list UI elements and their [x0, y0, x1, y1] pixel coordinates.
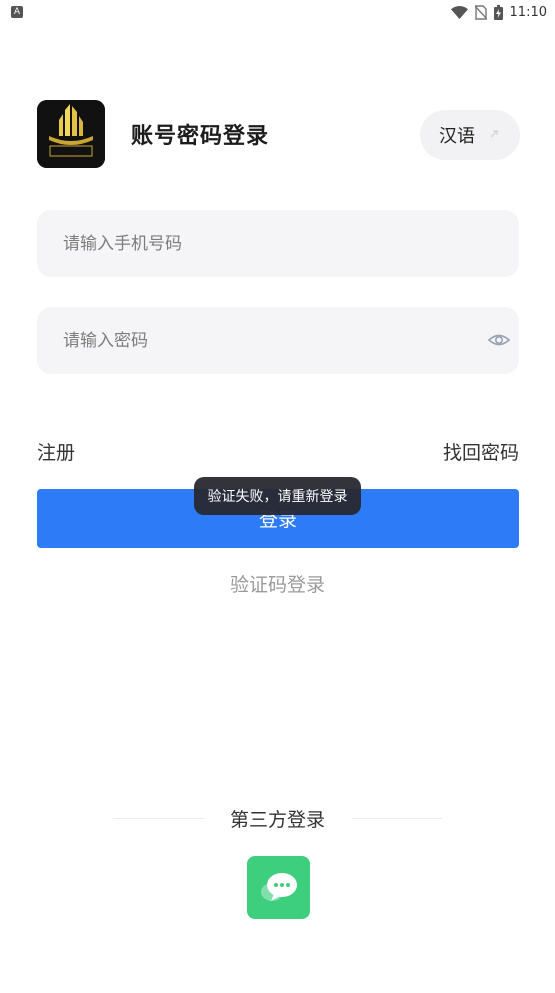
- phone-input[interactable]: [61, 232, 495, 255]
- password-input[interactable]: [61, 329, 495, 352]
- language-label: 汉语: [439, 126, 475, 147]
- third-party-divider: 第三方登录: [0, 805, 555, 833]
- phone-field[interactable]: [37, 210, 519, 277]
- building-logo-icon: [37, 100, 105, 168]
- wechat-login-button[interactable]: [247, 856, 310, 919]
- toast-message: 验证失败，请重新登录: [194, 477, 361, 515]
- eye-icon[interactable]: [487, 329, 511, 351]
- status-bar: A 11:10: [0, 0, 555, 26]
- clock: 11:10: [509, 4, 547, 20]
- language-switch-button[interactable]: 汉语: [420, 110, 520, 160]
- chevron-right-icon: [489, 128, 499, 142]
- divider-right: [352, 818, 442, 819]
- password-field[interactable]: [37, 307, 519, 374]
- app-notification-icon: A: [11, 6, 23, 18]
- no-sim-icon: [474, 4, 487, 20]
- forgot-password-link[interactable]: 找回密码: [443, 438, 519, 465]
- wechat-icon: [260, 872, 297, 901]
- sms-code-login-link[interactable]: 验证码登录: [0, 570, 555, 597]
- app-logo: [37, 100, 105, 168]
- third-party-label: 第三方登录: [229, 809, 325, 831]
- page-title: 账号密码登录: [131, 124, 270, 149]
- battery-charging-icon: [493, 4, 503, 20]
- status-icons: 11:10: [450, 3, 547, 21]
- wifi-icon: [450, 5, 468, 19]
- register-link[interactable]: 注册: [37, 438, 75, 465]
